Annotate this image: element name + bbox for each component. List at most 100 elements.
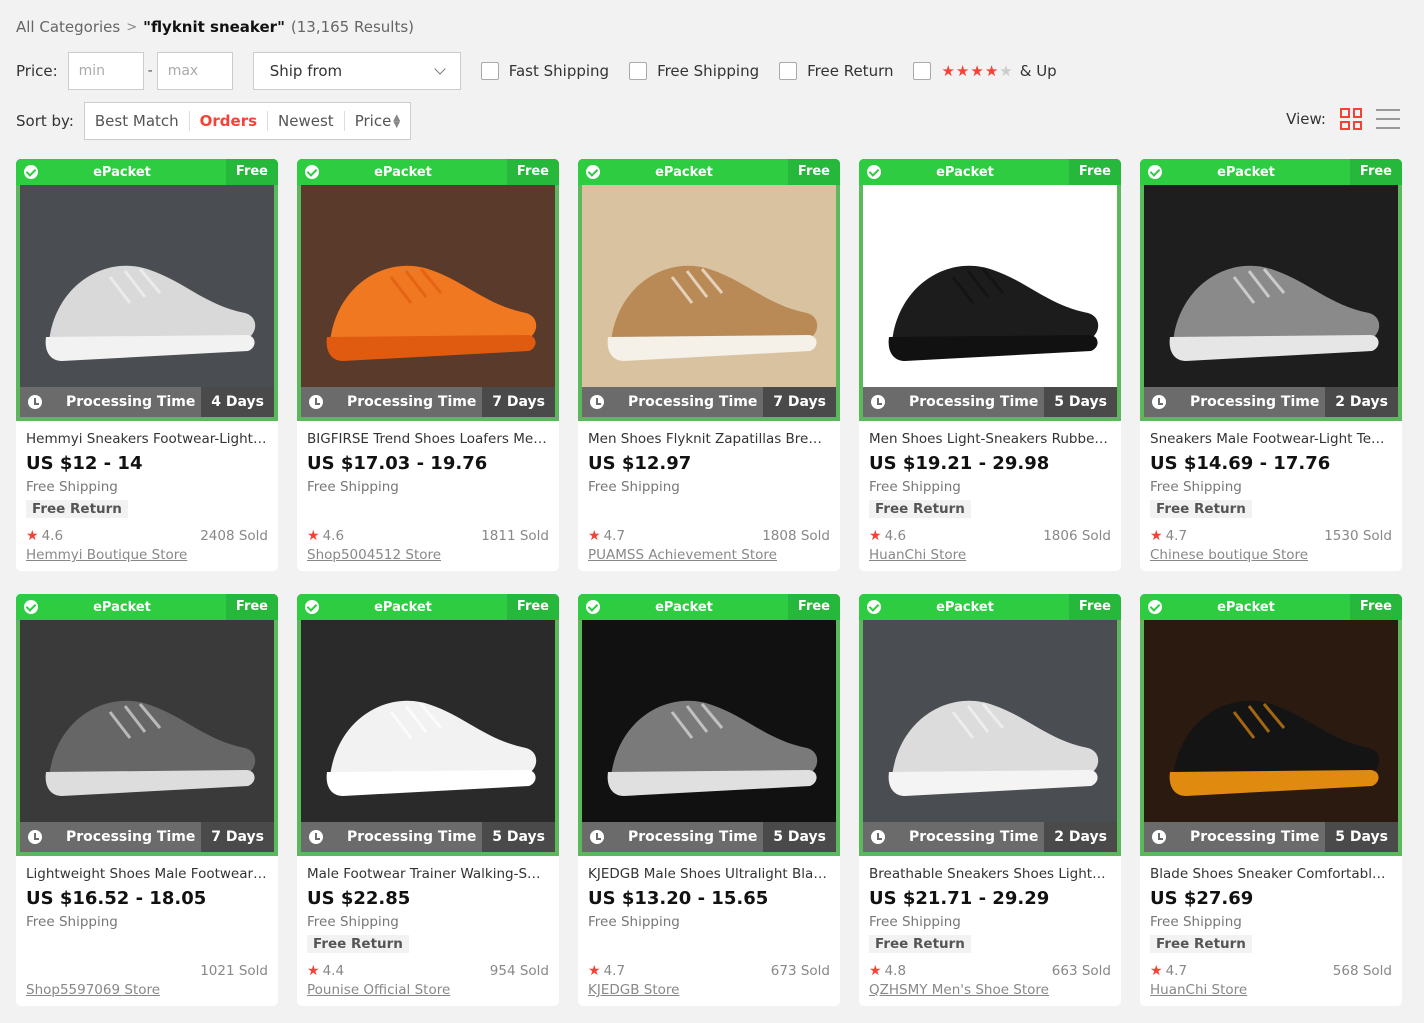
store-link[interactable]: Pounise Official Store: [307, 981, 450, 999]
processing-days: 4 Days: [201, 387, 274, 417]
clock-icon: [309, 395, 323, 409]
product-rating: ★ 4.7: [1150, 962, 1187, 980]
processing-days: 7 Days: [763, 387, 836, 417]
product-card[interactable]: ePacket Free Processing Time 5 Days Male…: [297, 594, 559, 1006]
store-link[interactable]: Shop5597069 Store: [26, 981, 160, 999]
rating-checkbox[interactable]: [913, 62, 932, 80]
star-icon: ★: [588, 528, 601, 544]
store-link[interactable]: QZHSMY Men's Shoe Store: [869, 981, 1049, 999]
product-image-frame[interactable]: ePacket Free Processing Time 5 Days: [297, 594, 559, 856]
product-image[interactable]: [301, 620, 555, 822]
product-card[interactable]: ePacket Free Processing Time 5 Days Blad…: [1140, 594, 1402, 1006]
epacket-label: ePacket: [655, 164, 713, 180]
fast-shipping-filter[interactable]: Fast Shipping: [480, 62, 610, 80]
view-label: View:: [1286, 110, 1326, 128]
product-title[interactable]: Blade Shoes Sneaker Comfortable Men Runn…: [1150, 864, 1392, 884]
free-shipping-filter[interactable]: Free Shipping: [629, 62, 759, 80]
product-image[interactable]: [863, 185, 1117, 387]
free-return-checkbox[interactable]: [779, 62, 798, 80]
sold-count: 1530 Sold: [1324, 528, 1392, 544]
product-image[interactable]: [1144, 620, 1398, 822]
product-image-frame[interactable]: ePacket Free Processing Time 2 Days: [859, 594, 1121, 856]
product-image-frame[interactable]: ePacket Free Processing Time 7 Days: [578, 159, 840, 421]
product-image-frame[interactable]: ePacket Free Processing Time 5 Days: [578, 594, 840, 856]
product-title[interactable]: Men Shoes Flyknit Zapatillas Breathable …: [588, 429, 830, 449]
price-max-input[interactable]: [156, 52, 233, 90]
rating-row: ★ 4.7 673 Sold: [588, 962, 830, 980]
epacket-label: ePacket: [374, 599, 432, 615]
star-icon: ★: [869, 963, 882, 979]
product-card[interactable]: ePacket Free Processing Time 5 Days Men …: [859, 159, 1121, 571]
result-count: (13,165 Results): [290, 18, 415, 36]
star-icon: ★: [1150, 963, 1163, 979]
product-title[interactable]: Men Shoes Light-Sneakers Rubber Breathab…: [869, 429, 1111, 449]
sort-price[interactable]: Price ▲ ▼: [345, 111, 411, 131]
free-label: Free: [225, 594, 278, 620]
product-title[interactable]: BIGFIRSE Trend Shoes Loafers Men Sneaker…: [307, 429, 549, 449]
product-image-frame[interactable]: ePacket Free Processing Time 5 Days: [859, 159, 1121, 421]
free-shipping-checkbox[interactable]: [629, 62, 648, 80]
shipping-info: Free Shipping: [26, 479, 118, 495]
product-image[interactable]: [20, 185, 274, 387]
processing-time-bar: Processing Time 5 Days: [1144, 822, 1398, 852]
fast-shipping-checkbox[interactable]: [480, 62, 499, 80]
product-image-frame[interactable]: ePacket Free Processing Time 2 Days: [1140, 159, 1402, 421]
ship-from-select[interactable]: Ship from: [252, 52, 461, 90]
fast-shipping-label: Fast Shipping: [508, 62, 610, 80]
product-card[interactable]: ePacket Free Processing Time 2 Days Snea…: [1140, 159, 1402, 571]
product-title[interactable]: Hemmyi Sneakers Footwear-Light Men Shoes…: [26, 429, 268, 449]
price-min-input[interactable]: [67, 52, 144, 90]
product-card[interactable]: ePacket Free Processing Time 4 Days Hemm…: [16, 159, 278, 571]
free-return-filter[interactable]: Free Return: [779, 62, 893, 80]
processing-time-bar: Processing Time 7 Days: [582, 387, 836, 417]
store-link[interactable]: KJEDGB Store: [588, 981, 679, 999]
processing-time-label: Processing Time: [1190, 394, 1320, 410]
clock-icon: [28, 395, 42, 409]
product-image-frame[interactable]: ePacket Free Processing Time 5 Days: [1140, 594, 1402, 856]
product-card[interactable]: ePacket Free Processing Time 7 Days BIGF…: [297, 159, 559, 571]
product-card[interactable]: ePacket Free Processing Time 7 Days Men …: [578, 159, 840, 571]
store-link[interactable]: HuanChi Store: [1150, 981, 1247, 999]
epacket-label: ePacket: [374, 164, 432, 180]
sort-arrows-icon: ▲ ▼: [393, 112, 401, 130]
product-image[interactable]: [863, 620, 1117, 822]
store-link[interactable]: PUAMSS Achievement Store: [588, 546, 777, 564]
product-price: US $13.20 - 15.65: [588, 888, 769, 909]
product-image[interactable]: [582, 620, 836, 822]
sold-count: 673 Sold: [770, 963, 830, 979]
rating-value: 4.7: [603, 963, 626, 979]
product-title[interactable]: Lightweight Shoes Male Footwear Sneakers…: [26, 864, 268, 884]
product-card[interactable]: ePacket Free Processing Time 2 Days Brea…: [859, 594, 1121, 1006]
rating-value: 4.7: [1165, 528, 1188, 544]
shipping-info: Free Shipping: [307, 914, 399, 930]
breadcrumb-all-categories[interactable]: All Categories: [16, 18, 120, 36]
product-image[interactable]: [582, 185, 836, 387]
price-label: Price:: [16, 62, 58, 80]
epacket-label: ePacket: [1217, 164, 1275, 180]
sort-orders[interactable]: Orders: [190, 111, 269, 131]
product-title[interactable]: Breathable Sneakers Shoes Lightweight Me…: [869, 864, 1111, 884]
free-label: Free: [225, 159, 278, 185]
product-image[interactable]: [20, 620, 274, 822]
list-view-icon[interactable]: [1376, 109, 1400, 129]
store-link[interactable]: Hemmyi Boutique Store: [26, 546, 187, 564]
product-image[interactable]: [301, 185, 555, 387]
product-image-frame[interactable]: ePacket Free Processing Time 7 Days: [16, 594, 278, 856]
processing-time-bar: Processing Time 2 Days: [863, 822, 1117, 852]
store-link[interactable]: Chinese boutique Store: [1150, 546, 1308, 564]
product-card[interactable]: ePacket Free Processing Time 5 Days KJED…: [578, 594, 840, 1006]
product-image-frame[interactable]: ePacket Free Processing Time 7 Days: [297, 159, 559, 421]
product-image-frame[interactable]: ePacket Free Processing Time 4 Days: [16, 159, 278, 421]
sort-best-match[interactable]: Best Match: [85, 111, 190, 131]
product-title[interactable]: Male Footwear Trainer Walking-Sneakers M…: [307, 864, 549, 884]
sort-newest[interactable]: Newest: [268, 111, 345, 131]
grid-view-icon[interactable]: [1340, 108, 1362, 130]
product-title[interactable]: KJEDGB Male Shoes Ultralight Black Sneak…: [588, 864, 830, 884]
product-image[interactable]: [1144, 185, 1398, 387]
store-link[interactable]: Shop5004512 Store: [307, 546, 441, 564]
product-card[interactable]: ePacket Free Processing Time 7 Days Ligh…: [16, 594, 278, 1006]
product-title[interactable]: Sneakers Male Footwear-Light Tennis Men …: [1150, 429, 1392, 449]
rating-filter[interactable]: ★★★★★ & Up: [913, 62, 1057, 80]
product-rating: ★ 4.6: [869, 527, 906, 545]
store-link[interactable]: HuanChi Store: [869, 546, 966, 564]
